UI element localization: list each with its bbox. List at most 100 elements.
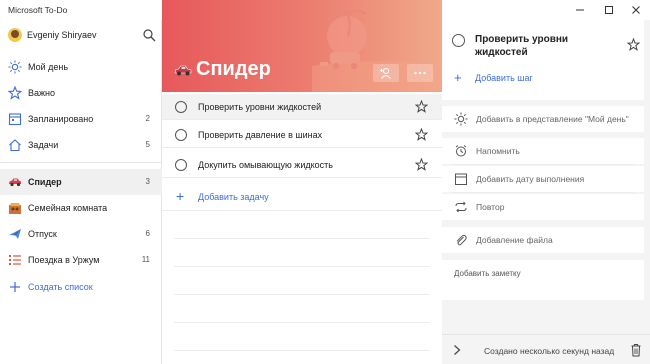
star-icon[interactable]: [415, 100, 428, 113]
sidebar-item-count: 5: [145, 140, 150, 149]
sidebar-item-important[interactable]: Важно: [0, 80, 162, 106]
plus-icon: +: [454, 70, 462, 85]
create-list-button[interactable]: Создать список: [0, 274, 162, 300]
due-date-button[interactable]: Добавить дату выполнения: [442, 166, 644, 192]
sidebar-item-count: 11: [141, 255, 150, 264]
search-icon[interactable]: [142, 28, 156, 42]
sidebar-item-my-day[interactable]: Мой день: [0, 54, 162, 80]
row-divider: [174, 238, 430, 239]
sun-icon: [454, 112, 468, 126]
calendar-icon: [8, 112, 22, 126]
sidebar-list-spider[interactable]: Спидер 3: [0, 169, 162, 195]
add-file-label: Добавление файла: [476, 235, 553, 245]
created-status: Создано несколько секунд назад: [484, 346, 615, 356]
row-divider: [174, 266, 430, 267]
trash-icon[interactable]: [630, 343, 642, 357]
sidebar: Evgeniy Shiryaev Мой день Важно Запланир…: [0, 20, 162, 364]
sidebar-item-label: Отпуск: [28, 229, 57, 239]
sidebar-item-count: 6: [145, 229, 150, 238]
star-icon: [8, 86, 22, 100]
create-list-label: Создать список: [28, 282, 93, 292]
star-icon[interactable]: [627, 38, 640, 51]
alarm-clock-icon: [454, 144, 468, 158]
star-icon[interactable]: [415, 128, 428, 141]
sidebar-item-planned[interactable]: Запланировано 2: [0, 106, 162, 132]
avatar: [8, 28, 22, 42]
family-icon: [8, 201, 22, 215]
home-icon: [8, 138, 22, 152]
detail-footer: Создано несколько секунд назад: [442, 334, 650, 364]
minimize-icon: [576, 9, 584, 11]
task-detail-header: Проверить уровни жидкостей + Добавить ша…: [442, 20, 644, 100]
complete-checkbox[interactable]: [175, 159, 187, 171]
car-icon: [8, 175, 22, 189]
add-task-button[interactable]: + Добавить задачу: [162, 183, 442, 211]
user-account[interactable]: Evgeniy Shiryaev: [0, 22, 162, 46]
sidebar-item-label: Мой день: [28, 62, 69, 72]
due-date-label: Добавить дату выполнения: [476, 174, 585, 184]
list-header-banner: Спидер: [162, 0, 442, 92]
remind-button[interactable]: Напомнить: [442, 138, 644, 164]
task-list-pane: Спидер Проверить уровни жидкостей Провер…: [162, 0, 442, 364]
repeat-button[interactable]: Повтор: [442, 194, 644, 220]
note-field[interactable]: Добавить заметку: [442, 260, 644, 300]
airplane-icon: [8, 227, 22, 241]
task-title: Проверить уровни жидкостей: [198, 102, 322, 112]
note-placeholder: Добавить заметку: [454, 269, 521, 278]
row-divider: [174, 322, 430, 323]
paperclip-icon: [454, 233, 468, 247]
repeat-icon: [454, 200, 468, 214]
plus-icon: +: [176, 188, 185, 204]
sidebar-item-label: Поездка в Уржум: [28, 255, 100, 265]
sidebar-list-urzhum-trip[interactable]: Поездка в Уржум 11: [0, 247, 162, 273]
task-row[interactable]: Проверить давление в шинах: [162, 122, 442, 148]
close-button[interactable]: [622, 0, 650, 20]
row-divider: [452, 192, 634, 193]
add-to-my-day-button[interactable]: Добавить в представление "Мой день": [442, 106, 644, 132]
remind-label: Напомнить: [476, 146, 520, 156]
star-icon[interactable]: [415, 158, 428, 171]
task-detail-title[interactable]: Проверить уровни жидкостей: [475, 33, 615, 59]
maximize-icon: [605, 6, 613, 14]
row-divider: [174, 350, 430, 351]
list-options-button[interactable]: [407, 64, 433, 82]
app-title: Microsoft To-Do: [8, 5, 68, 15]
task-row[interactable]: Проверить уровни жидкостей: [162, 94, 442, 120]
repeat-label: Повтор: [476, 202, 505, 212]
car-icon: [174, 63, 192, 77]
sidebar-list-vacation[interactable]: Отпуск 6: [0, 221, 162, 247]
sidebar-list-family-room[interactable]: Семейная комната: [0, 195, 162, 221]
sidebar-item-label: Запланировано: [28, 114, 94, 124]
sidebar-item-count: 2: [145, 114, 150, 123]
sidebar-item-label: Спидер: [28, 177, 62, 187]
task-title: Докупить омывающую жидкость: [198, 160, 333, 170]
user-name: Evgeniy Shiryaev: [27, 30, 97, 40]
minimize-button[interactable]: [566, 0, 594, 20]
task-row[interactable]: Докупить омывающую жидкость: [162, 152, 442, 178]
list-title: Спидер: [196, 58, 271, 80]
add-to-my-day-label: Добавить в представление "Мой день": [476, 114, 629, 124]
share-list-button[interactable]: [373, 64, 399, 82]
sidebar-item-count: 3: [145, 177, 150, 186]
add-task-label: Добавить задачу: [198, 192, 269, 202]
chevron-right-icon[interactable]: [452, 344, 462, 356]
sidebar-item-label: Задачи: [28, 140, 59, 150]
add-step-label: Добавить шаг: [475, 73, 533, 83]
row-divider: [452, 164, 634, 165]
row-divider: [174, 294, 430, 295]
close-icon: [632, 6, 640, 14]
complete-checkbox[interactable]: [452, 34, 465, 47]
sidebar-divider: [0, 162, 162, 163]
sidebar-item-tasks[interactable]: Задачи 5: [0, 132, 162, 158]
list-icon: [8, 253, 22, 267]
sun-icon: [8, 60, 22, 74]
add-person-icon: [380, 67, 391, 79]
maximize-button[interactable]: [595, 0, 623, 20]
add-file-button[interactable]: Добавление файла: [442, 227, 644, 253]
plus-icon: [8, 280, 22, 294]
complete-checkbox[interactable]: [175, 101, 187, 113]
task-detail-pane: Проверить уровни жидкостей + Добавить ша…: [442, 20, 650, 364]
task-title: Проверить давление в шинах: [198, 130, 323, 140]
calendar-icon: [454, 172, 468, 186]
complete-checkbox[interactable]: [175, 129, 187, 141]
